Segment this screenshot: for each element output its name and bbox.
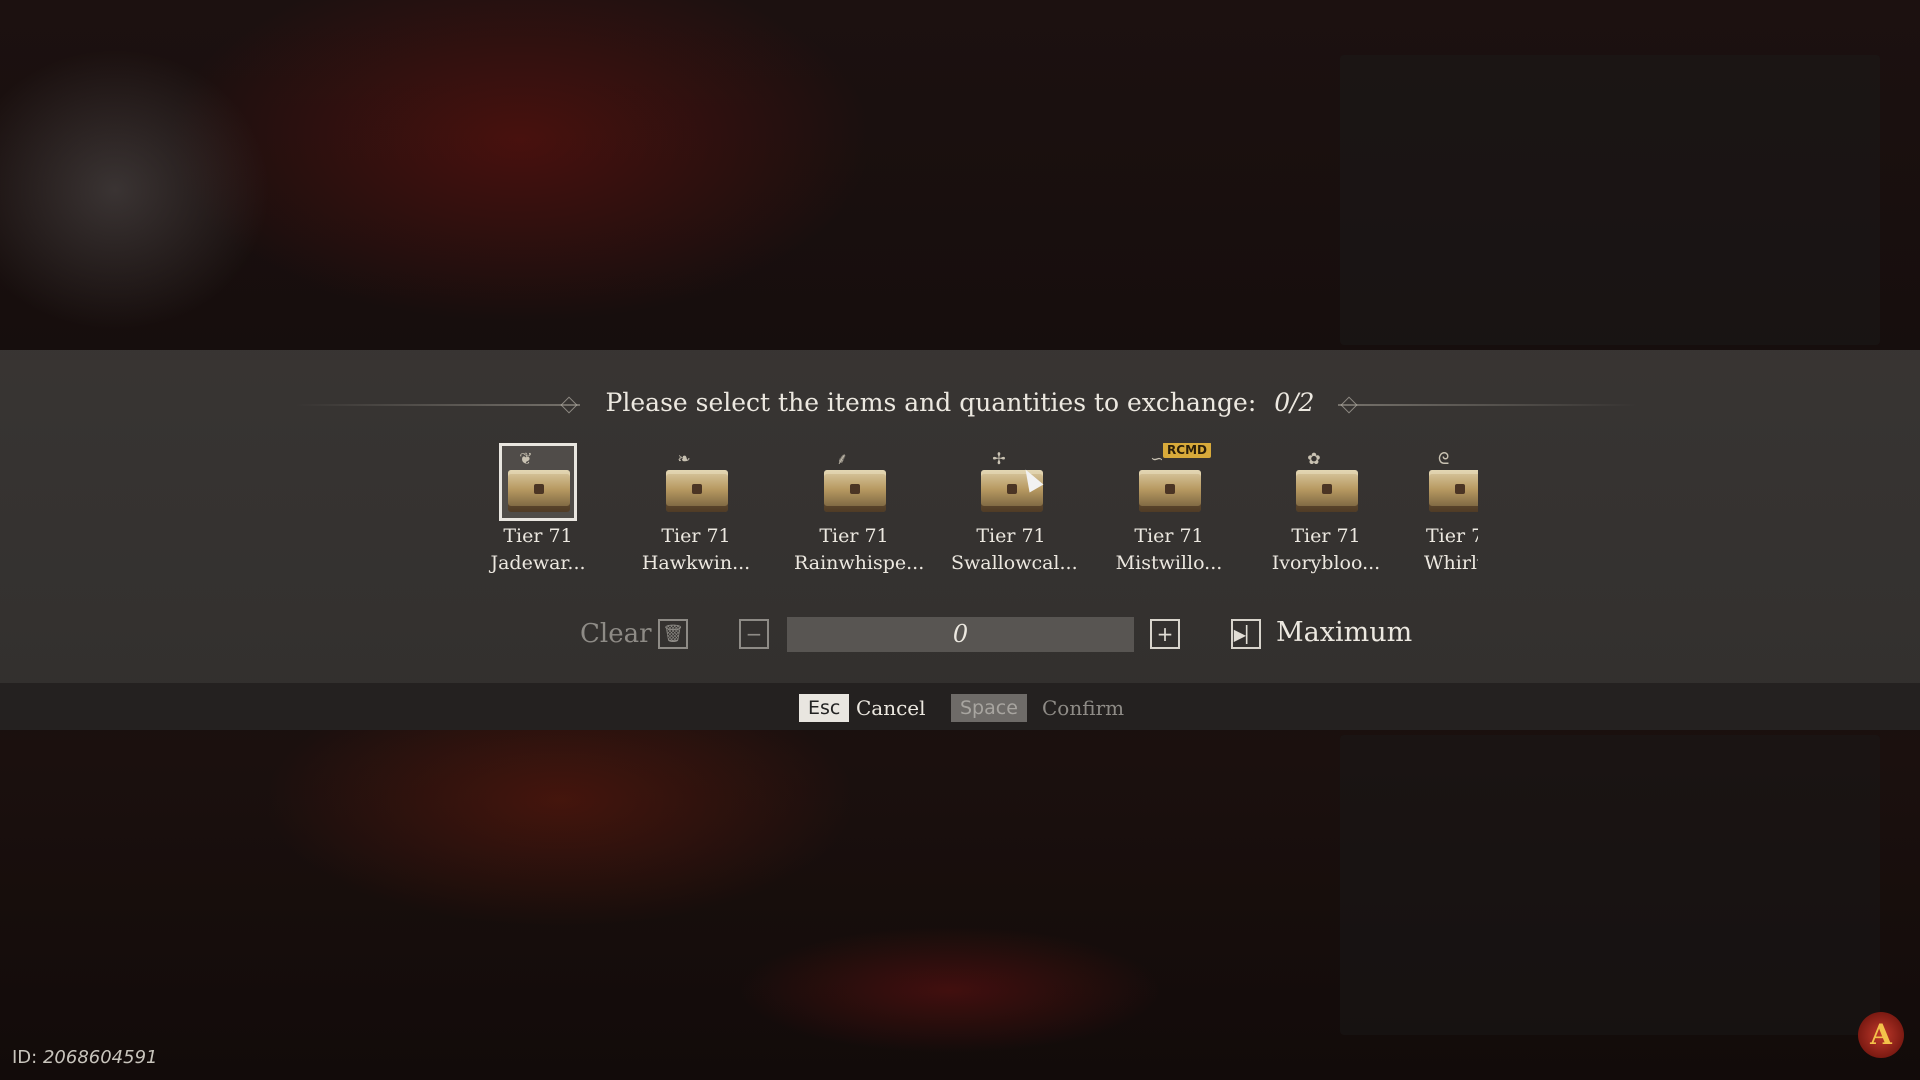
game-logo-icon: A — [1858, 1012, 1904, 1058]
chest-icon — [508, 470, 570, 512]
item-name: Hawkwin... — [641, 552, 751, 574]
item-slot-1[interactable]: ❦ Tier 71 Jadewar... — [478, 443, 598, 574]
item-name: Mistwillo... — [1115, 552, 1223, 574]
clear-button-label[interactable]: Clear — [580, 619, 652, 649]
item-tier: Tier 71 — [976, 525, 1046, 547]
player-id-value: 2068604591 — [42, 1047, 158, 1068]
item-name: Swallowcal... — [951, 552, 1078, 574]
item-slot-2[interactable]: ❧ Tier 71 Hawkwin... — [636, 443, 756, 574]
chest-icon — [1429, 470, 1478, 512]
item-name: Rainwhispe... — [794, 552, 925, 574]
item-thumbnail: ∽ RCMD — [1130, 443, 1211, 521]
chest-icon — [666, 470, 728, 512]
background-inventory-panel — [1340, 55, 1880, 345]
item-slot-7[interactable]: ᘓ Tier 7 Whirlv — [1424, 443, 1478, 574]
item-name: Whirlv — [1424, 552, 1478, 574]
item-list: ❦ Tier 71 Jadewar... ❧ Tier 71 Hawkwin..… — [478, 443, 1478, 588]
rain-crest-icon: ⸙ — [835, 449, 848, 468]
feather-crest-icon: ❦ — [519, 449, 533, 468]
item-slot-5[interactable]: ∽ RCMD Tier 71 Mistwillo... — [1109, 443, 1229, 574]
item-name: Ivorybloo... — [1271, 552, 1381, 574]
exchange-prompt: Please select the items and quantities t… — [0, 388, 1920, 417]
quantity-field[interactable]: 0 — [787, 617, 1134, 652]
item-tier: Tier 71 — [1291, 525, 1361, 547]
item-slot-4[interactable]: ✢ Tier 71 Swallowcal... — [951, 443, 1078, 574]
item-thumbnail: ❦ — [499, 443, 577, 521]
item-tier: Tier 7 — [1426, 525, 1478, 547]
item-thumbnail: ᘓ — [1424, 443, 1478, 521]
confirm-button[interactable]: Confirm — [1042, 694, 1124, 722]
item-name: Jadewar... — [490, 552, 586, 574]
item-thumbnail: ✿ — [1287, 443, 1365, 521]
background-inventory-panel-bottom — [1340, 735, 1880, 1035]
item-tier: Tier 71 — [819, 525, 889, 547]
prompt-text: Please select the items and quantities t… — [605, 388, 1257, 417]
plus-icon[interactable]: + — [1150, 619, 1180, 649]
item-tier: Tier 71 — [661, 525, 731, 547]
hawk-crest-icon: ❧ — [677, 449, 691, 468]
flower-crest-icon: ✿ — [1307, 449, 1321, 468]
item-tier: Tier 71 — [1134, 525, 1204, 547]
minus-icon[interactable]: − — [739, 619, 769, 649]
item-slot-3[interactable]: ⸙ Tier 71 Rainwhispe... — [794, 443, 925, 574]
esc-key-hint[interactable]: Esc — [799, 694, 850, 722]
item-tier: Tier 71 — [503, 525, 573, 547]
skip-to-max-icon[interactable]: ▶▏ — [1231, 619, 1261, 649]
player-id: ID: 2068604591 — [12, 1047, 158, 1068]
maximum-button-label[interactable]: Maximum — [1276, 617, 1412, 648]
chest-icon — [1139, 470, 1201, 512]
chest-icon — [824, 470, 886, 512]
trash-icon[interactable]: 🗑 — [658, 619, 688, 649]
item-thumbnail: ❧ — [657, 443, 735, 521]
chest-icon — [1296, 470, 1358, 512]
swallow-crest-icon: ✢ — [992, 449, 1006, 468]
item-thumbnail: ⸙ — [815, 443, 893, 521]
item-slot-6[interactable]: ✿ Tier 71 Ivorybloo... — [1266, 443, 1386, 574]
player-id-label: ID: — [12, 1047, 38, 1068]
whirl-crest-icon: ᘓ — [1438, 449, 1450, 468]
selection-counter: 0/2 — [1274, 388, 1315, 417]
cancel-button[interactable]: Cancel — [856, 694, 926, 722]
recommended-badge: RCMD — [1163, 443, 1211, 458]
space-key-hint[interactable]: Space — [951, 694, 1027, 722]
